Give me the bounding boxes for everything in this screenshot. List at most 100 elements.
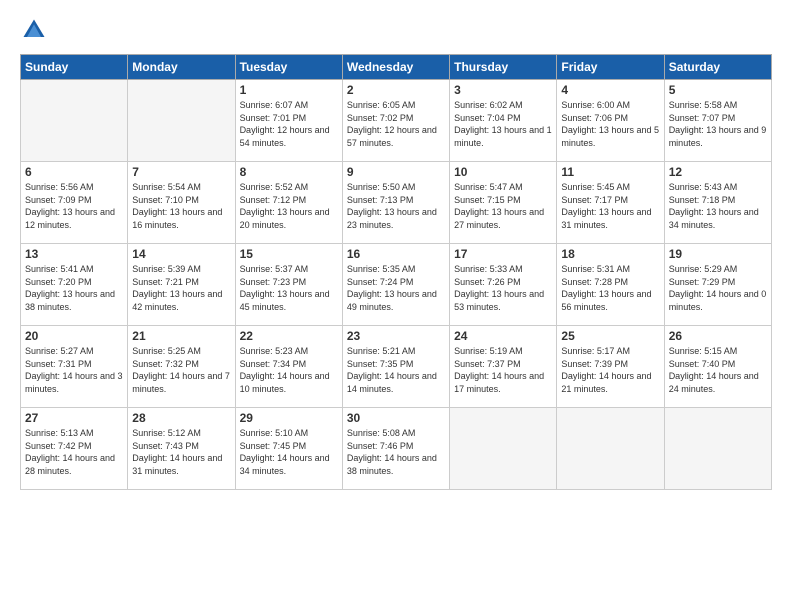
header-saturday: Saturday	[664, 55, 771, 80]
header-tuesday: Tuesday	[235, 55, 342, 80]
day-number: 26	[669, 329, 767, 343]
weekday-header-row: Sunday Monday Tuesday Wednesday Thursday…	[21, 55, 772, 80]
day-cell-26: 26 Sunrise: 5:15 AMSunset: 7:40 PMDaylig…	[664, 326, 771, 408]
day-info: Sunrise: 6:02 AMSunset: 7:04 PMDaylight:…	[454, 99, 552, 149]
day-number: 1	[240, 83, 338, 97]
day-number: 2	[347, 83, 445, 97]
day-cell-27: 27 Sunrise: 5:13 AMSunset: 7:42 PMDaylig…	[21, 408, 128, 490]
empty-cell	[557, 408, 664, 490]
header	[20, 16, 772, 44]
calendar: Sunday Monday Tuesday Wednesday Thursday…	[20, 54, 772, 490]
header-monday: Monday	[128, 55, 235, 80]
day-number: 22	[240, 329, 338, 343]
day-info: Sunrise: 5:29 AMSunset: 7:29 PMDaylight:…	[669, 263, 767, 313]
logo	[20, 16, 50, 44]
day-number: 18	[561, 247, 659, 261]
day-cell-4: 4 Sunrise: 6:00 AMSunset: 7:06 PMDayligh…	[557, 80, 664, 162]
day-number: 27	[25, 411, 123, 425]
day-info: Sunrise: 5:12 AMSunset: 7:43 PMDaylight:…	[132, 427, 230, 477]
day-info: Sunrise: 5:10 AMSunset: 7:45 PMDaylight:…	[240, 427, 338, 477]
day-cell-8: 8 Sunrise: 5:52 AMSunset: 7:12 PMDayligh…	[235, 162, 342, 244]
day-cell-20: 20 Sunrise: 5:27 AMSunset: 7:31 PMDaylig…	[21, 326, 128, 408]
day-info: Sunrise: 5:21 AMSunset: 7:35 PMDaylight:…	[347, 345, 445, 395]
day-number: 28	[132, 411, 230, 425]
calendar-row: 1 Sunrise: 6:07 AMSunset: 7:01 PMDayligh…	[21, 80, 772, 162]
day-info: Sunrise: 5:47 AMSunset: 7:15 PMDaylight:…	[454, 181, 552, 231]
day-cell-14: 14 Sunrise: 5:39 AMSunset: 7:21 PMDaylig…	[128, 244, 235, 326]
day-cell-19: 19 Sunrise: 5:29 AMSunset: 7:29 PMDaylig…	[664, 244, 771, 326]
day-cell-15: 15 Sunrise: 5:37 AMSunset: 7:23 PMDaylig…	[235, 244, 342, 326]
day-number: 21	[132, 329, 230, 343]
day-info: Sunrise: 5:19 AMSunset: 7:37 PMDaylight:…	[454, 345, 552, 395]
header-thursday: Thursday	[450, 55, 557, 80]
day-number: 4	[561, 83, 659, 97]
day-cell-17: 17 Sunrise: 5:33 AMSunset: 7:26 PMDaylig…	[450, 244, 557, 326]
day-info: Sunrise: 5:27 AMSunset: 7:31 PMDaylight:…	[25, 345, 123, 395]
day-cell-23: 23 Sunrise: 5:21 AMSunset: 7:35 PMDaylig…	[342, 326, 449, 408]
day-number: 12	[669, 165, 767, 179]
page: Sunday Monday Tuesday Wednesday Thursday…	[0, 0, 792, 612]
day-number: 10	[454, 165, 552, 179]
day-number: 11	[561, 165, 659, 179]
day-info: Sunrise: 5:35 AMSunset: 7:24 PMDaylight:…	[347, 263, 445, 313]
day-number: 3	[454, 83, 552, 97]
day-info: Sunrise: 6:00 AMSunset: 7:06 PMDaylight:…	[561, 99, 659, 149]
day-cell-18: 18 Sunrise: 5:31 AMSunset: 7:28 PMDaylig…	[557, 244, 664, 326]
day-number: 13	[25, 247, 123, 261]
day-number: 25	[561, 329, 659, 343]
day-cell-29: 29 Sunrise: 5:10 AMSunset: 7:45 PMDaylig…	[235, 408, 342, 490]
header-wednesday: Wednesday	[342, 55, 449, 80]
logo-icon	[20, 16, 48, 44]
day-cell-28: 28 Sunrise: 5:12 AMSunset: 7:43 PMDaylig…	[128, 408, 235, 490]
calendar-row: 27 Sunrise: 5:13 AMSunset: 7:42 PMDaylig…	[21, 408, 772, 490]
day-number: 30	[347, 411, 445, 425]
day-info: Sunrise: 5:17 AMSunset: 7:39 PMDaylight:…	[561, 345, 659, 395]
day-cell-12: 12 Sunrise: 5:43 AMSunset: 7:18 PMDaylig…	[664, 162, 771, 244]
day-info: Sunrise: 5:13 AMSunset: 7:42 PMDaylight:…	[25, 427, 123, 477]
day-info: Sunrise: 5:58 AMSunset: 7:07 PMDaylight:…	[669, 99, 767, 149]
day-info: Sunrise: 5:41 AMSunset: 7:20 PMDaylight:…	[25, 263, 123, 313]
day-number: 14	[132, 247, 230, 261]
day-number: 20	[25, 329, 123, 343]
day-info: Sunrise: 5:45 AMSunset: 7:17 PMDaylight:…	[561, 181, 659, 231]
day-info: Sunrise: 6:05 AMSunset: 7:02 PMDaylight:…	[347, 99, 445, 149]
day-cell-2: 2 Sunrise: 6:05 AMSunset: 7:02 PMDayligh…	[342, 80, 449, 162]
day-cell-1: 1 Sunrise: 6:07 AMSunset: 7:01 PMDayligh…	[235, 80, 342, 162]
day-number: 6	[25, 165, 123, 179]
day-number: 19	[669, 247, 767, 261]
day-cell-9: 9 Sunrise: 5:50 AMSunset: 7:13 PMDayligh…	[342, 162, 449, 244]
day-info: Sunrise: 5:50 AMSunset: 7:13 PMDaylight:…	[347, 181, 445, 231]
day-number: 5	[669, 83, 767, 97]
day-number: 24	[454, 329, 552, 343]
day-cell-5: 5 Sunrise: 5:58 AMSunset: 7:07 PMDayligh…	[664, 80, 771, 162]
day-number: 17	[454, 247, 552, 261]
empty-cell	[21, 80, 128, 162]
empty-cell	[664, 408, 771, 490]
calendar-row: 20 Sunrise: 5:27 AMSunset: 7:31 PMDaylig…	[21, 326, 772, 408]
day-cell-22: 22 Sunrise: 5:23 AMSunset: 7:34 PMDaylig…	[235, 326, 342, 408]
day-info: Sunrise: 5:23 AMSunset: 7:34 PMDaylight:…	[240, 345, 338, 395]
day-number: 29	[240, 411, 338, 425]
day-info: Sunrise: 5:43 AMSunset: 7:18 PMDaylight:…	[669, 181, 767, 231]
day-info: Sunrise: 6:07 AMSunset: 7:01 PMDaylight:…	[240, 99, 338, 149]
day-number: 16	[347, 247, 445, 261]
day-number: 23	[347, 329, 445, 343]
day-info: Sunrise: 5:08 AMSunset: 7:46 PMDaylight:…	[347, 427, 445, 477]
day-info: Sunrise: 5:37 AMSunset: 7:23 PMDaylight:…	[240, 263, 338, 313]
day-info: Sunrise: 5:31 AMSunset: 7:28 PMDaylight:…	[561, 263, 659, 313]
day-info: Sunrise: 5:54 AMSunset: 7:10 PMDaylight:…	[132, 181, 230, 231]
day-cell-21: 21 Sunrise: 5:25 AMSunset: 7:32 PMDaylig…	[128, 326, 235, 408]
header-friday: Friday	[557, 55, 664, 80]
day-info: Sunrise: 5:15 AMSunset: 7:40 PMDaylight:…	[669, 345, 767, 395]
empty-cell	[450, 408, 557, 490]
day-number: 9	[347, 165, 445, 179]
day-info: Sunrise: 5:25 AMSunset: 7:32 PMDaylight:…	[132, 345, 230, 395]
empty-cell	[128, 80, 235, 162]
day-cell-6: 6 Sunrise: 5:56 AMSunset: 7:09 PMDayligh…	[21, 162, 128, 244]
day-cell-3: 3 Sunrise: 6:02 AMSunset: 7:04 PMDayligh…	[450, 80, 557, 162]
day-info: Sunrise: 5:39 AMSunset: 7:21 PMDaylight:…	[132, 263, 230, 313]
day-cell-11: 11 Sunrise: 5:45 AMSunset: 7:17 PMDaylig…	[557, 162, 664, 244]
day-cell-13: 13 Sunrise: 5:41 AMSunset: 7:20 PMDaylig…	[21, 244, 128, 326]
day-info: Sunrise: 5:52 AMSunset: 7:12 PMDaylight:…	[240, 181, 338, 231]
day-cell-10: 10 Sunrise: 5:47 AMSunset: 7:15 PMDaylig…	[450, 162, 557, 244]
